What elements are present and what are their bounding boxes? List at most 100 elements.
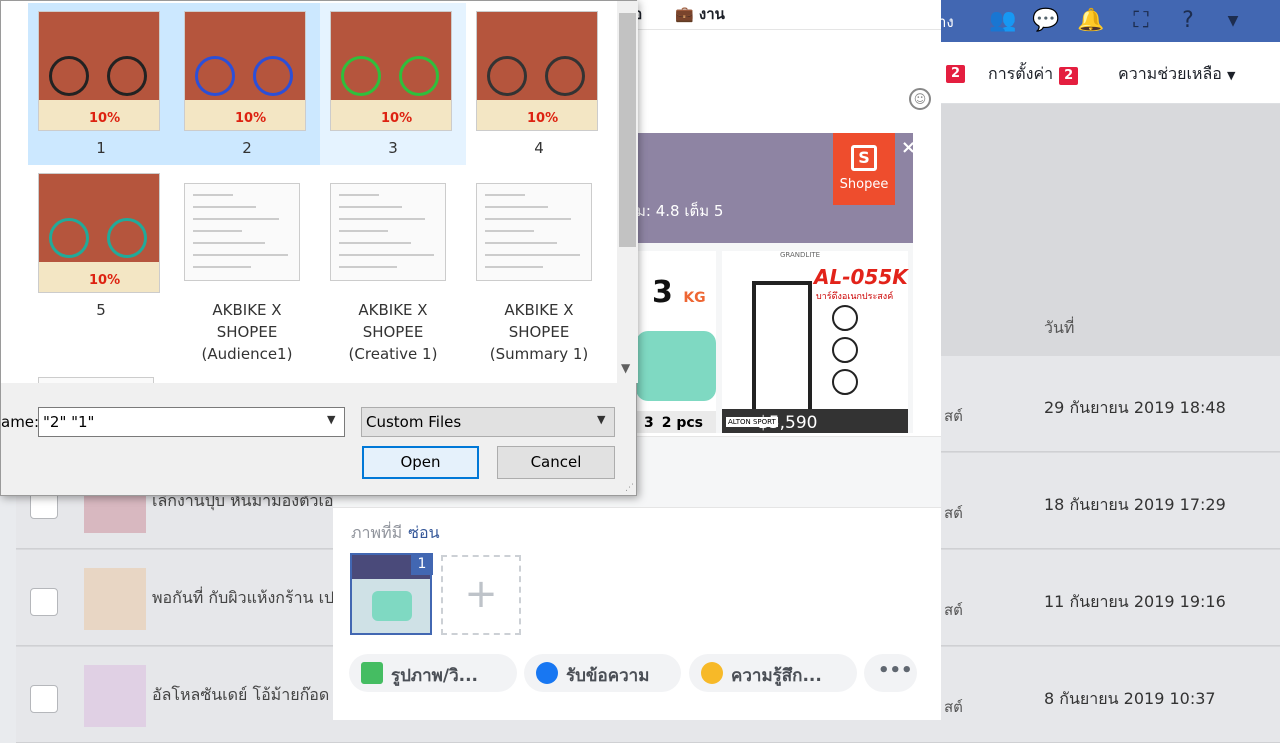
file-name: 5 — [96, 301, 106, 319]
file-item[interactable]: 10% 4 — [466, 3, 612, 165]
document-thumbnail — [476, 183, 592, 281]
scrollbar-thumb[interactable] — [619, 13, 636, 247]
dumbbell-image — [636, 331, 716, 401]
open-button[interactable]: Open — [362, 446, 479, 479]
product-card[interactable]: 3 KG 32 pcs — [636, 251, 716, 433]
file-open-dialog: 10% 1 10% 2 10% 3 10% 4 10% 5 AKBIKE X SHOPEE (Aud… — [0, 0, 638, 496]
file-thumbnail: 10% — [184, 11, 306, 131]
filename-input[interactable]: "2" "1" — [38, 407, 345, 437]
photo-count-badge: 1 — [411, 553, 433, 575]
file-item[interactable]: AKBIKE X SHOPEE (Summary 1) — [466, 165, 612, 363]
file-item[interactable]: 10% 1 — [28, 3, 174, 165]
product-subtitle: บาร์ดึงอเนกประสงค์ — [816, 292, 894, 302]
file-thumbnail: 10% — [476, 11, 598, 131]
chevron-down-icon[interactable]: ▼ — [327, 413, 335, 426]
row-date: 8 กันยายน 2019 10:37 — [1044, 689, 1216, 708]
product-weight: 3 KG — [652, 275, 706, 310]
photo-icon — [361, 662, 383, 684]
file-item[interactable]: 10% 3 — [320, 3, 466, 165]
row-date: 29 กันยายน 2019 18:48 — [1044, 398, 1226, 417]
scroll-down-icon[interactable]: ▼ — [621, 361, 630, 375]
shop-rating: ม: 4.8 เต็ม 5 — [636, 202, 724, 220]
post-thumbnail — [84, 665, 146, 727]
notification-badge: 2 — [946, 65, 966, 83]
file-list: 10% 1 10% 2 10% 3 10% 4 10% 5 AKBIKE X SHOPEE (Aud… — [1, 1, 617, 383]
emoji-icon[interactable]: ☺ — [909, 88, 931, 110]
sub-navbar: 2 การตั้งค่า 2 ความช่วยเหลือ ▼ — [940, 42, 1280, 104]
document-thumbnail — [38, 377, 154, 383]
product-model: AL-055K — [814, 265, 908, 289]
discount-text: 10% — [89, 273, 121, 288]
preview-banner: ม: 4.8 เต็ม 5 Shopee S — [636, 133, 913, 243]
file-name: AKBIKE X SHOPEE (Creative 1) — [348, 301, 438, 363]
date-column-header[interactable]: วันที่ — [1044, 316, 1074, 341]
row-date: 18 กันยายน 2019 17:29 — [1044, 495, 1226, 514]
friends-icon[interactable]: 👥 — [988, 6, 1018, 36]
post-title[interactable]: อัลโหลซันเดย์ โอ้ม้ายก๊อด — [152, 683, 329, 708]
file-name: AKBIKE X SHOPEE (Audience1) — [201, 301, 293, 363]
pullup-rack-image — [752, 281, 812, 411]
notifications-icon[interactable]: 🔔 — [1076, 6, 1106, 36]
photo-video-button[interactable]: รูปภาพ/วิ... — [349, 654, 517, 692]
discount-text: 10% — [235, 111, 267, 126]
shopee-bag-icon: S — [851, 145, 877, 171]
product-card[interactable]: GRANDLITE AL-055K บาร์ดึงอเนกประสงค์ ALT… — [722, 251, 908, 433]
messenger-icon — [536, 662, 558, 684]
file-name: 4 — [534, 139, 544, 157]
more-options-button[interactable]: ••• — [864, 654, 917, 692]
post-thumbnail — [84, 568, 146, 630]
status-text: สต์ — [944, 601, 963, 619]
close-icon[interactable]: × — [901, 137, 913, 158]
post-title[interactable]: พอกันที่ กับผิวแห้งกร้าน เป — [152, 586, 334, 611]
feature-icon — [832, 369, 858, 395]
briefcase-icon: 💼 — [675, 5, 694, 23]
composer-tab-jobs[interactable]: 💼 งาน — [675, 2, 725, 26]
settings-badge: 2 — [1059, 67, 1079, 85]
product-price: ALTON SPORT ฿5,590 — [722, 409, 908, 433]
help-link[interactable]: ความช่วยเหลือ ▼ — [1118, 62, 1235, 87]
file-item[interactable]: AKBIKE X SHOPEE (Creative 1) — [320, 165, 466, 363]
feeling-activity-button[interactable]: ความรู้สึก... — [689, 654, 857, 692]
cancel-button[interactable]: Cancel — [497, 446, 615, 479]
file-item[interactable]: 10% 2 — [174, 3, 320, 165]
discount-text: 10% — [527, 111, 559, 126]
file-item[interactable]: AKBIKE X SHOPEE (Audience1) — [174, 165, 320, 363]
link-preview: ม: 4.8 เต็ม 5 Shopee S × 3 KG 32 pcs GRA… — [636, 133, 913, 433]
document-thumbnail — [184, 183, 300, 281]
get-messages-button[interactable]: รับข้อความ — [524, 654, 681, 692]
add-photo-button[interactable]: + — [441, 555, 521, 635]
filename-label: ame: — [1, 413, 40, 431]
file-item[interactable]: 10% 5 — [28, 165, 174, 327]
pages-icon[interactable]: ⛶ — [1126, 6, 1156, 36]
messenger-icon[interactable]: 💬 — [1031, 6, 1061, 36]
dropdown-icon[interactable]: ▼ — [1218, 6, 1248, 36]
filetype-select[interactable]: Custom Files — [361, 407, 615, 437]
file-thumbnail: 10% — [38, 11, 160, 131]
file-thumbnail: 10% — [38, 173, 160, 293]
settings-link[interactable]: การตั้งค่า 2 — [988, 62, 1079, 87]
chevron-down-icon[interactable]: ▼ — [597, 413, 605, 426]
feature-icon — [832, 337, 858, 363]
row-checkbox[interactable] — [30, 588, 58, 616]
brand-text: GRANDLITE — [780, 251, 821, 259]
chevron-down-icon: ▼ — [1226, 69, 1236, 82]
file-name: 2 — [242, 139, 252, 157]
document-thumbnail — [330, 183, 446, 281]
file-name: 1 — [96, 139, 106, 157]
row-date: 11 กันยายน 2019 19:16 — [1044, 592, 1226, 611]
resize-grip-icon[interactable]: ⋰ — [625, 483, 634, 493]
photos-label: ภาพที่มี ซ่อน — [351, 523, 440, 542]
status-text: สต์ — [944, 407, 963, 425]
discount-text: 10% — [89, 111, 121, 126]
row-checkbox[interactable] — [30, 685, 58, 713]
help-icon[interactable]: ? — [1173, 6, 1203, 36]
status-text: สต์ — [944, 698, 963, 716]
feature-icon — [832, 305, 858, 331]
file-name: AKBIKE X SHOPEE (Summary 1) — [489, 301, 589, 363]
vertical-scrollbar[interactable]: ▼ — [617, 1, 638, 383]
smiley-icon — [701, 662, 723, 684]
file-thumbnail: 10% — [330, 11, 452, 131]
status-text: สต์ — [944, 504, 963, 522]
hide-link[interactable]: ซ่อน — [408, 523, 439, 542]
discount-text: 10% — [381, 111, 413, 126]
